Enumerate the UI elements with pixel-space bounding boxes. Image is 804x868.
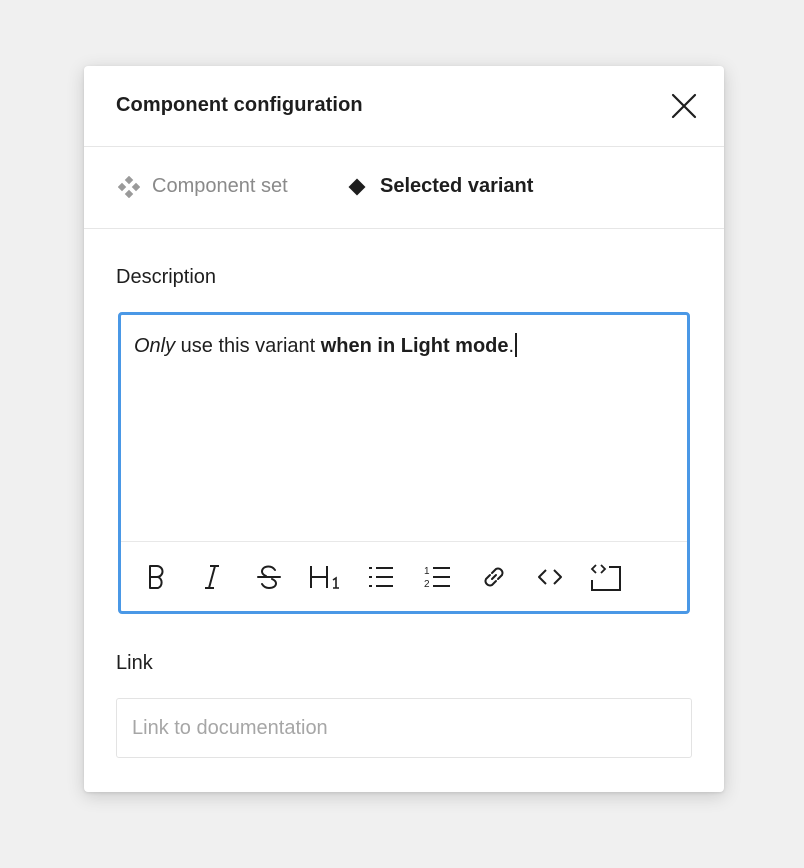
tab-component-set[interactable]: Component set: [117, 175, 288, 198]
link-input[interactable]: [116, 698, 692, 758]
svg-text:1: 1: [424, 566, 430, 577]
close-icon[interactable]: [670, 92, 698, 120]
tab-bar: Component set Selected variant: [84, 147, 724, 229]
tab-label: Selected variant: [380, 175, 534, 197]
tab-selected-variant[interactable]: Selected variant: [346, 175, 533, 198]
description-text[interactable]: Only use this variant when in Light mode…: [134, 333, 517, 358]
numbered-list-icon[interactable]: 12: [419, 559, 455, 595]
plain-text: use this variant: [175, 335, 321, 357]
description-label: Description: [116, 266, 217, 288]
dialog-header: Component configuration: [84, 66, 724, 147]
end-text: .: [508, 335, 515, 357]
description-editor[interactable]: Only use this variant when in Light mode…: [118, 312, 690, 614]
formatting-toolbar: 12: [121, 541, 687, 611]
dialog-title: Component configuration: [116, 94, 363, 116]
svg-text:2: 2: [424, 579, 430, 590]
italic-icon[interactable]: [194, 559, 230, 595]
text-caret: [515, 333, 517, 357]
bullet-list-icon[interactable]: [363, 559, 399, 595]
tab-label: Component set: [152, 175, 288, 197]
italic-text: Only: [134, 335, 176, 357]
link-icon[interactable]: [476, 559, 512, 595]
strikethrough-icon[interactable]: [251, 559, 287, 595]
component-configuration-dialog: Component configuration Component set Se…: [84, 66, 724, 792]
heading-1-icon[interactable]: [307, 559, 343, 595]
component-set-icon: [117, 175, 141, 198]
bold-icon[interactable]: [138, 559, 174, 595]
link-label: Link: [116, 652, 153, 674]
code-block-icon[interactable]: [588, 559, 624, 595]
variant-diamond-icon: [346, 176, 368, 198]
bold-text: when in Light mode: [320, 335, 509, 357]
code-icon[interactable]: [532, 559, 568, 595]
